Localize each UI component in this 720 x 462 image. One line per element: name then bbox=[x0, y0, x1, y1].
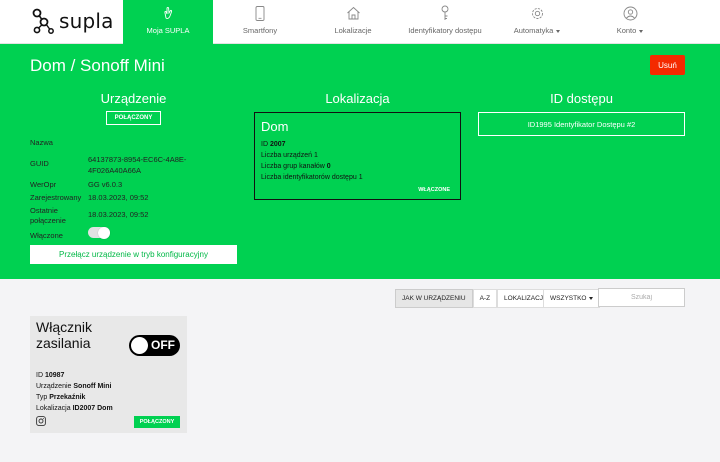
switch-state: OFF bbox=[151, 338, 175, 352]
channel-card[interactable]: Włącznik zasilania OFF ID 10987 Urządzen… bbox=[30, 316, 187, 433]
enabled-toggle[interactable] bbox=[88, 226, 110, 239]
config-mode-button[interactable]: Przełącz urządzenie w tryb konfiguracyjn… bbox=[30, 245, 237, 264]
guid-value-line2: 4F026A40A66A bbox=[88, 166, 141, 175]
last-connection-label-line2: połączenie bbox=[30, 216, 66, 225]
key-icon bbox=[437, 5, 453, 21]
nav-label: Identyfikatory dostępu bbox=[408, 26, 482, 35]
nav-access-ids[interactable]: Identyfikatory dostępu bbox=[400, 0, 490, 44]
nav-smartphones[interactable]: Smartfony bbox=[225, 0, 295, 44]
channel-location: Lokalizacja ID2007 Dom bbox=[36, 405, 113, 412]
last-connection-value: 18.03.2023, 09:52 bbox=[88, 210, 149, 219]
chevron-down-icon bbox=[639, 29, 644, 33]
location-device-count: Liczba urządzeń 1 bbox=[261, 152, 318, 159]
location-name: Dom bbox=[261, 119, 289, 134]
device-details-panel: Dom / Sonoff Mini Usuń Urządzenie POŁĄCZ… bbox=[0, 44, 720, 279]
sort-az-button[interactable]: A-Z bbox=[472, 289, 498, 308]
firmware-value: GG v6.0.3 bbox=[88, 180, 123, 189]
top-navbar: supla Moja SUPLA Smartfony Lokalizacje I… bbox=[0, 0, 720, 44]
sort-as-device-button[interactable]: JAK W URZĄDZENIU bbox=[395, 289, 473, 308]
home-icon bbox=[345, 5, 361, 21]
chevron-down-icon bbox=[556, 29, 561, 33]
location-heading: Lokalizacja bbox=[325, 91, 390, 106]
nav-my-supla[interactable]: Moja SUPLA bbox=[123, 0, 213, 44]
channel-type: Typ Przekaźnik bbox=[36, 394, 86, 401]
location-status: WŁĄCZONE bbox=[418, 187, 450, 193]
firmware-label: WerOpr bbox=[30, 180, 57, 189]
nav-label: Konto bbox=[617, 26, 644, 35]
switch-knob bbox=[131, 337, 148, 354]
device-status-badge: POŁĄCZONY bbox=[106, 111, 161, 125]
nav-label: Moja SUPLA bbox=[146, 26, 190, 35]
nav-label: Smartfony bbox=[242, 26, 278, 35]
scope-dropdown[interactable]: WSZYSTKO bbox=[543, 289, 601, 308]
instagram-icon[interactable] bbox=[36, 416, 46, 426]
channel-title: Włącznik zasilania bbox=[36, 319, 93, 351]
name-label: Nazwa bbox=[30, 138, 53, 147]
access-id-button[interactable]: ID1995 Identyfikator Dostępu #2 bbox=[478, 112, 685, 136]
hand-gesture-icon bbox=[160, 5, 176, 21]
search-input[interactable] bbox=[598, 288, 685, 307]
last-connection-label: Ostatnie bbox=[30, 206, 58, 215]
guid-label: GUID bbox=[30, 159, 49, 168]
supla-logo[interactable]: supla bbox=[32, 8, 114, 34]
brand-name: supla bbox=[59, 9, 114, 33]
registered-label: Zarejestrowany bbox=[30, 193, 82, 202]
power-switch[interactable]: OFF bbox=[129, 335, 180, 356]
location-card[interactable]: Dom ID 2007 Liczba urządzeń 1 Liczba gru… bbox=[254, 112, 461, 200]
nav-label: Automatyka bbox=[514, 26, 561, 35]
channel-id: ID 10987 bbox=[36, 372, 65, 379]
nav-locations[interactable]: Lokalizacje bbox=[318, 0, 388, 44]
smartphone-icon bbox=[252, 5, 268, 21]
channel-device: Urządzenie Sonoff Mini bbox=[36, 383, 112, 390]
page-title: Dom / Sonoff Mini bbox=[30, 56, 165, 75]
nav-account[interactable]: Konto bbox=[595, 0, 665, 44]
gear-icon bbox=[529, 5, 545, 21]
enabled-label: Włączone bbox=[30, 231, 63, 240]
sort-filter-group: JAK W URZĄDZENIU A-Z LOKALIZACJA bbox=[395, 289, 555, 308]
device-heading: Urządzenie bbox=[100, 91, 167, 106]
location-id: ID 2007 bbox=[261, 141, 286, 148]
location-group-count: Liczba grup kanałów 0 bbox=[261, 163, 331, 170]
location-aid-count: Liczba identyfikatorów dostępu 1 bbox=[261, 174, 363, 181]
chevron-down-icon bbox=[589, 297, 594, 300]
delete-button[interactable]: Usuń bbox=[650, 55, 685, 75]
access-id-heading: ID dostępu bbox=[550, 91, 613, 106]
nav-label: Lokalizacje bbox=[334, 26, 372, 35]
user-icon bbox=[622, 5, 638, 21]
supla-logo-icon bbox=[32, 8, 54, 34]
channel-status-badge: POŁĄCZONY bbox=[134, 416, 180, 428]
nav-automation[interactable]: Automatyka bbox=[502, 0, 572, 44]
scope-filter: WSZYSTKO bbox=[543, 289, 601, 308]
guid-value-line1: 64137873-8954-EC6C-4A8E- bbox=[88, 155, 187, 164]
registered-value: 18.03.2023, 09:52 bbox=[88, 193, 149, 202]
